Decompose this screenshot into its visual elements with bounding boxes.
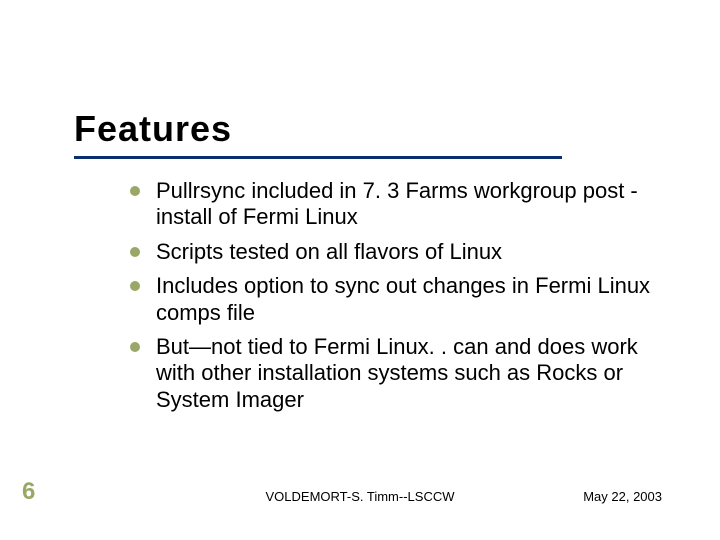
slide: Features Pullrsync included in 7. 3 Farm…: [0, 0, 720, 540]
footer-date: May 22, 2003: [583, 489, 662, 504]
bullet-item: Scripts tested on all flavors of Linux: [130, 239, 670, 265]
bullet-list: Pullrsync included in 7. 3 Farms workgro…: [130, 178, 670, 413]
slide-content: Pullrsync included in 7. 3 Farms workgro…: [130, 178, 670, 421]
bullet-item: But—not tied to Fermi Linux. . can and d…: [130, 334, 670, 413]
slide-title: Features: [74, 108, 232, 150]
bullet-item: Pullrsync included in 7. 3 Farms workgro…: [130, 178, 670, 231]
bullet-item: Includes option to sync out changes in F…: [130, 273, 670, 326]
title-underline: [74, 156, 562, 159]
